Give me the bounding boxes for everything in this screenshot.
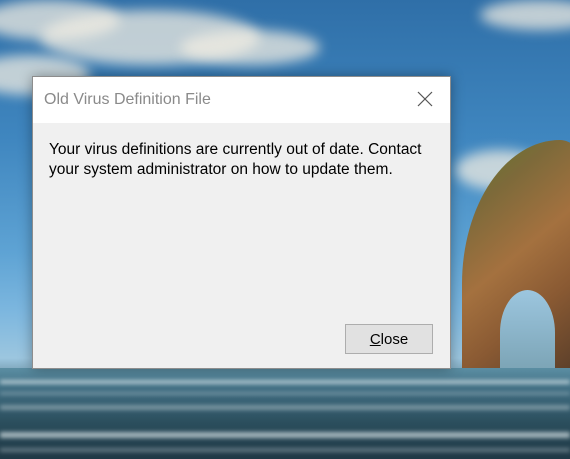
dialog-titlebar[interactable]: Old Virus Definition File bbox=[33, 77, 450, 123]
dialog-title: Old Virus Definition File bbox=[44, 91, 211, 108]
wave bbox=[0, 432, 570, 438]
wave bbox=[0, 392, 570, 395]
wave bbox=[0, 448, 570, 452]
cloud bbox=[180, 30, 320, 65]
desktop-background: Old Virus Definition File Your virus def… bbox=[0, 0, 570, 459]
close-x-icon[interactable] bbox=[408, 83, 442, 115]
message-line: your system administrator on how to upda… bbox=[49, 161, 393, 178]
cloud bbox=[480, 0, 570, 30]
close-button-label: lose bbox=[380, 330, 409, 348]
dialog-message: Your virus definitions are currently out… bbox=[49, 140, 444, 180]
message-dialog: Old Virus Definition File Your virus def… bbox=[32, 76, 451, 369]
close-button[interactable]: Close bbox=[345, 324, 433, 354]
wave bbox=[0, 405, 570, 410]
rock-arch-opening bbox=[500, 290, 555, 375]
close-button-mnemonic: C bbox=[369, 330, 381, 348]
wave bbox=[0, 380, 570, 384]
message-line: Your virus definitions are currently out… bbox=[49, 141, 422, 158]
